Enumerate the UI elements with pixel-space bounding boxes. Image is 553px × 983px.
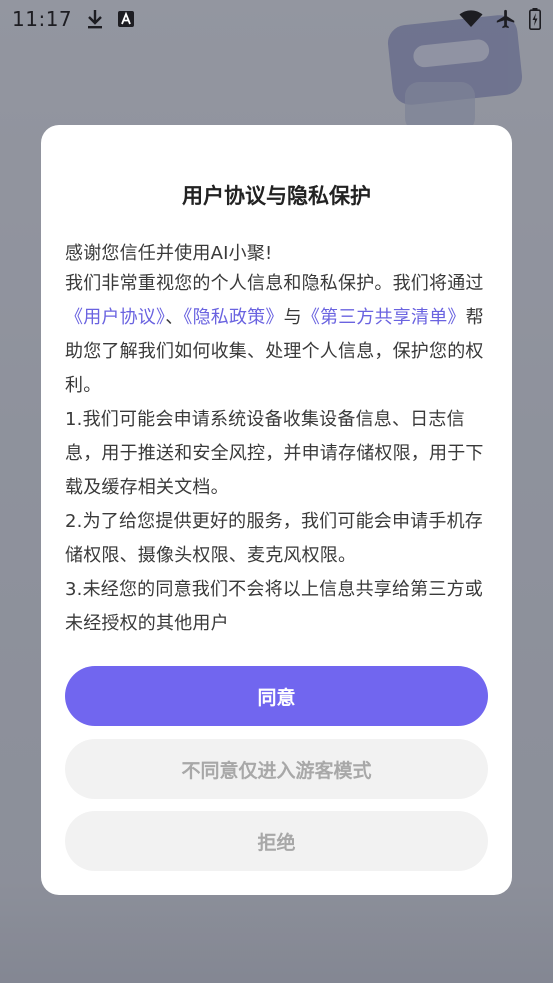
separator-text: 、 (165, 307, 184, 328)
dialog-body: 感谢您信任并使用AI小聚! 我们非常重视您的个人信息和隐私保护。我们将通过《用户… (65, 241, 488, 641)
a-letter-icon (118, 11, 135, 27)
reject-button[interactable]: 拒绝 (65, 811, 488, 871)
airplane-icon (495, 8, 517, 30)
status-time: 11:17 (12, 7, 73, 31)
status-bar-right (459, 8, 541, 30)
download-icon (86, 9, 104, 29)
battery-charging-icon (529, 8, 541, 30)
status-bar-left: 11:17 (12, 7, 135, 31)
privacy-paragraph: 我们非常重视您的个人信息和隐私保护。我们将通过《用户协议》、《隐私政策》与《第三… (65, 267, 488, 403)
separator-text: 与 (283, 307, 302, 328)
privacy-consent-dialog: 用户协议与隐私保护 感谢您信任并使用AI小聚! 我们非常重视您的个人信息和隐私保… (41, 125, 512, 895)
permission-item-2: 2.为了给您提供更好的服务，我们可能会申请手机存储权限、摄像头权限、麦克风权限。 (65, 511, 483, 566)
agree-button[interactable]: 同意 (65, 666, 488, 726)
user-agreement-link[interactable]: 《用户协议》 (65, 307, 165, 328)
third-party-list-link[interactable]: 《第三方共享清单》 (302, 307, 466, 328)
intro-line: 感谢您信任并使用AI小聚! (65, 243, 273, 264)
guest-mode-button[interactable]: 不同意仅进入游客模式 (65, 739, 488, 799)
status-bar: 11:17 (0, 0, 553, 38)
privacy-policy-link[interactable]: 《隐私政策》 (183, 307, 283, 328)
paragraph-text: 我们非常重视您的个人信息和隐私保护。我们将通过 (65, 273, 484, 294)
permission-item-1: 1.我们可能会申请系统设备收集设备信息、日志信息，用于推送和安全风控，并申请存储… (65, 409, 484, 498)
dialog-title: 用户协议与隐私保护 (182, 184, 371, 208)
wifi-icon (459, 10, 483, 28)
permission-item-3: 3.未经您的同意我们不会将以上信息共享给第三方或未经授权的其他用户 (65, 579, 483, 634)
